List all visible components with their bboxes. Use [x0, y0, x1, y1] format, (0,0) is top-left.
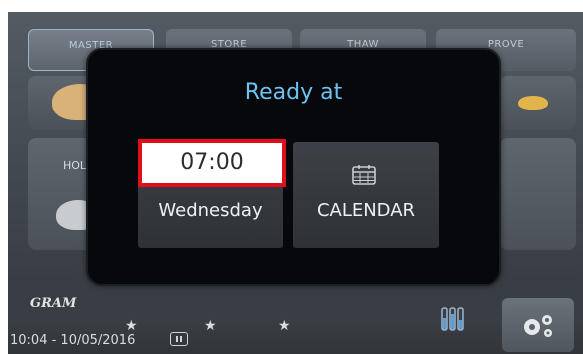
tab-prove-label: PROVE — [487, 39, 525, 50]
calendar-label: CALENDAR — [316, 200, 416, 221]
calendar-icon — [352, 165, 376, 185]
brand-logo: GRAM — [30, 296, 77, 311]
program-tile-label: HOL — [63, 159, 87, 172]
levels-icon[interactable] — [440, 304, 466, 332]
dialog-title: Ready at — [244, 80, 343, 105]
day-label: Wednesday — [158, 200, 263, 221]
settings-button[interactable] — [502, 298, 574, 352]
star-icon: ★ — [278, 318, 291, 334]
gears-icon — [524, 315, 552, 337]
time-field[interactable]: 07:00 — [138, 139, 286, 187]
bread-icon — [518, 96, 548, 110]
pause-icon[interactable] — [170, 332, 188, 346]
program-tile[interactable] — [500, 138, 576, 250]
star-icon: ★ — [125, 318, 138, 334]
calendar-button[interactable] — [293, 142, 439, 248]
ready-at-dialog: Ready at 07:00 Wednesday CALENDAR — [86, 48, 501, 286]
status-datetime: 10:04 - 10/05/2016 — [10, 333, 136, 348]
star-icon: ★ — [204, 318, 217, 334]
